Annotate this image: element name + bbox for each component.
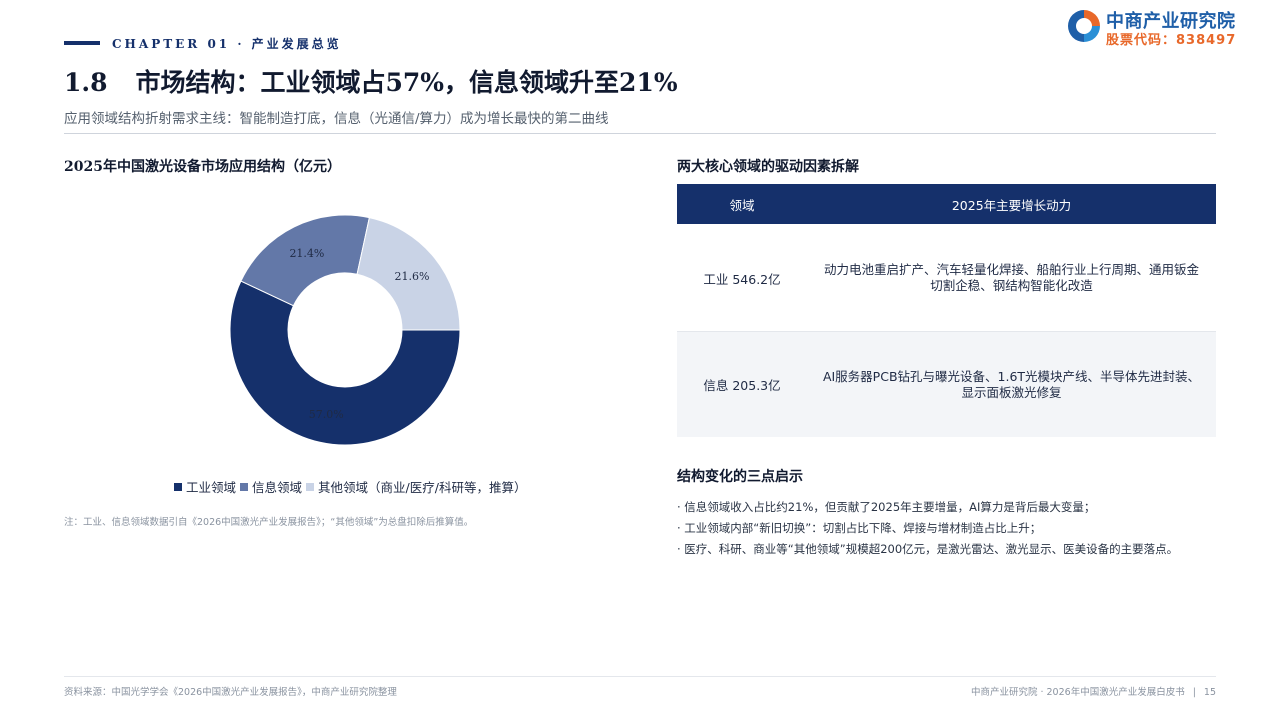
legend-item-information: 信息领域 [240,477,302,496]
slice-label-industrial: 57.0% [309,408,344,421]
legend-swatch [306,482,315,491]
insight-item: · 信息领域收入占比约21%，但贡献了2025年主要增量，AI算力是背后最大变量… [677,500,1096,514]
insight-item: · 工业领域内部“新旧切换”：切割占比下降、焊接与增材制造占比上升； [677,521,1042,535]
footer-source: 资料来源：中国光学学会《2026中国激光产业发展报告》，中商产业研究院整理 [64,687,397,698]
donut-chart: 57.0% 21.4% 21.6% [229,214,461,446]
legend-swatch [240,482,249,491]
legend-item-other: 其他领域（商业/医疗/科研等，推算） [306,477,526,496]
page-title: 1.8 市场结构：工业领域占57%，信息领域升至21% [64,63,678,99]
header-divider [64,133,1216,134]
footer-separator: | [1192,687,1196,698]
table-header: 领域 2025年主要增长动力 [677,184,1216,224]
logo-mark-icon [1068,10,1100,42]
stock-code: 股票代码：838497 [1106,33,1237,48]
row-driver: 动力电池重启扩产、汽车轻量化焊接、船舶行业上行周期、通用钣金切割企稳、钢结构智能… [823,262,1199,293]
legend-label: 信息领域 [252,480,303,495]
legend-label: 其他领域（商业/医疗/科研等，推算） [318,480,527,495]
insight-item: · 医疗、科研、商业等“其他领域”规模超200亿元，是激光雷达、激光显示、医美设… [677,542,1179,556]
company-logo: 中商产业研究院 股票代码：838497 [1066,6,1266,48]
row-driver: AI服务器PCB钻孔与曝光设备、1.6T光模块产线、半导体先进封装、显示面板激光… [822,368,1201,400]
slice-label-other: 21.6% [394,270,429,283]
chapter-label: CHAPTER 01 · 产业发展总览 [112,37,342,51]
row-field: 信息 205.3亿 [703,378,781,393]
row-field: 工业 546.2亿 [703,271,781,287]
slice-label-information: 21.4% [289,247,324,260]
page-number: 15 [1203,687,1216,698]
legend-swatch [174,482,182,491]
drivers-title: 两大核心领域的驱动因素拆解 [677,159,859,175]
column-header-field: 领域 [729,197,755,213]
legend-item-industrial: 工业领域 [174,477,236,496]
footer-info: 中商产业研究院 · 2026年中国激光产业发展白皮书 | 15 [971,684,1216,698]
footer-divider [64,676,1216,677]
drivers-table: 领域 2025年主要增长动力 工业 546.2亿 动力电池重启扩产、汽车轻量化焊… [677,184,1216,437]
chart-note: 注：工业、信息领域数据引自《2026中国激光产业发展报告》；“其他领域”为总盘扣… [64,517,474,528]
section-title: 市场结构：工业领域占57%，信息领域升至21% [135,68,678,97]
chart-title: 2025年中国激光设备市场应用结构（亿元） [64,159,341,175]
section-number: 1.8 [64,68,108,97]
insights-title: 结构变化的三点启示 [677,469,803,485]
chart-legend: 工业领域 信息领域 其他领域（商业/医疗/科研等，推算） [174,477,526,496]
insights-list: · 信息领域收入占比约21%，但贡献了2025年主要增量，AI算力是背后最大变量… [677,497,1178,560]
page-subtitle: 应用领域结构折射需求主线：智能制造打底，信息（光通信/算力）成为增长最快的第二曲… [64,111,609,127]
legend-label: 工业领域 [186,480,237,495]
footer-report: 中商产业研究院 · 2026年中国激光产业发展白皮书 [970,687,1185,698]
chapter-accent-bar [64,41,100,45]
table-row: 工业 546.2亿 动力电池重启扩产、汽车轻量化焊接、船舶行业上行周期、通用钣金… [677,225,1216,331]
table-row: 信息 205.3亿 AI服务器PCB钻孔与曝光设备、1.6T光模块产线、半导体先… [677,331,1216,437]
column-header-driver: 2025年主要增长动力 [951,197,1072,213]
